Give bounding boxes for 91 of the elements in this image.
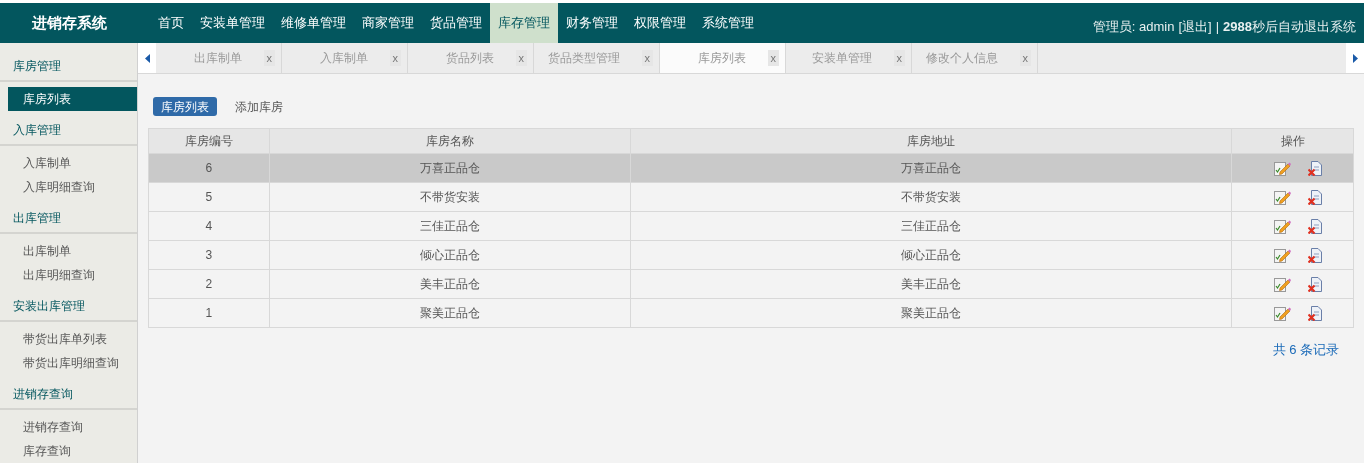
table-cell: 3 xyxy=(148,240,270,270)
user-label: 管理员: admin xyxy=(1092,17,1175,36)
scroll-right-button[interactable] xyxy=(1346,43,1364,73)
sidebar-item[interactable]: 库房列表 xyxy=(8,87,137,111)
table-cell: 倾心正品仓 xyxy=(630,240,1232,270)
table-cell: 6 xyxy=(148,153,270,183)
table-row[interactable]: 4 三佳正品仓 三佳正品仓 xyxy=(148,211,1354,241)
logout-link[interactable]: [退出] xyxy=(1178,16,1212,36)
table-cell: 万喜正品仓 xyxy=(269,153,631,183)
table-row[interactable]: 3 倾心正品仓 倾心正品仓 xyxy=(148,240,1354,270)
table-cell: 三佳正品仓 xyxy=(630,211,1232,241)
table-cell: 三佳正品仓 xyxy=(269,211,631,241)
page-tab[interactable]: 库房列表 x xyxy=(660,43,786,73)
sidebar-item[interactable]: 入库明细查询 xyxy=(8,175,137,199)
sidebar-group-title: 库房管理 xyxy=(0,57,137,82)
table-cell: 聚美正品仓 xyxy=(630,298,1232,328)
tab-label: 入库制单 xyxy=(319,50,368,67)
sidebar-item[interactable]: 库存查询 xyxy=(8,439,137,463)
sub-tab[interactable]: 添加库房 xyxy=(227,97,291,116)
delete-icon[interactable] xyxy=(1307,218,1322,234)
edit-icon[interactable] xyxy=(1273,276,1291,292)
table-row[interactable]: 1 聚美正品仓 聚美正品仓 xyxy=(148,298,1354,328)
table-cell: 美丰正品仓 xyxy=(630,269,1232,299)
sidebar-group-title: 安装出库管理 xyxy=(0,297,137,322)
separator: | xyxy=(1215,17,1220,36)
delete-icon[interactable] xyxy=(1307,247,1322,263)
tab-close[interactable]: x xyxy=(767,49,779,67)
edit-icon[interactable] xyxy=(1273,247,1291,263)
tab-label: 修改个人信息 xyxy=(925,50,998,67)
sidebar-group-title: 进销存查询 xyxy=(0,385,137,410)
nav-item[interactable]: 财务管理 xyxy=(558,3,626,43)
column-header: 库房地址 xyxy=(630,128,1232,154)
sidebar-item[interactable]: 出库制单 xyxy=(8,239,137,263)
tab-label: 货品类型管理 xyxy=(547,50,620,67)
app-logo: 进销存系统 xyxy=(30,12,108,33)
tab-close[interactable]: x xyxy=(1019,49,1031,67)
table-cell: 4 xyxy=(148,211,270,241)
tab-label: 库房列表 xyxy=(697,50,746,67)
delete-icon[interactable] xyxy=(1307,189,1322,205)
column-header: 库房名称 xyxy=(269,128,631,154)
table-cell: 1 xyxy=(148,298,270,328)
delete-icon[interactable] xyxy=(1307,305,1322,321)
sidebar-item[interactable]: 出库明细查询 xyxy=(8,263,137,287)
delete-icon[interactable] xyxy=(1307,160,1322,176)
nav-item[interactable]: 权限管理 xyxy=(626,3,694,43)
sub-tab[interactable]: 库房列表 xyxy=(153,97,217,116)
record-count: 共 6 条记录 xyxy=(1272,341,1339,359)
tab-label: 货品列表 xyxy=(445,50,494,67)
nav-item[interactable]: 货品管理 xyxy=(422,3,490,43)
tab-close[interactable]: x xyxy=(263,49,275,67)
tab-label: 出库制单 xyxy=(193,50,242,67)
sidebar-item[interactable]: 带货出库明细查询 xyxy=(8,351,137,375)
table-cell: 5 xyxy=(148,182,270,212)
table-cell: 不带货安装 xyxy=(630,182,1232,212)
scroll-left-button[interactable] xyxy=(138,43,156,73)
left-triangle-icon xyxy=(144,53,150,63)
sidebar-group-title: 入库管理 xyxy=(0,121,137,146)
nav-item[interactable]: 首页 xyxy=(150,3,192,43)
table-cell: 不带货安装 xyxy=(269,182,631,212)
sidebar-item[interactable]: 进销存查询 xyxy=(8,415,137,439)
nav-item[interactable]: 商家管理 xyxy=(354,3,422,43)
column-header: 操作 xyxy=(1231,128,1354,154)
table-cell: 聚美正品仓 xyxy=(269,298,631,328)
nav-item[interactable]: 安装单管理 xyxy=(192,3,273,43)
nav-item[interactable]: 系统管理 xyxy=(694,3,762,43)
edit-icon[interactable] xyxy=(1273,218,1291,234)
tab-close[interactable]: x xyxy=(641,49,653,67)
countdown: 2988 xyxy=(1223,17,1252,36)
sidebar-group-title: 出库管理 xyxy=(0,209,137,234)
tab-close[interactable]: x xyxy=(389,49,401,67)
edit-icon[interactable] xyxy=(1273,160,1291,176)
table-row[interactable]: 2 美丰正品仓 美丰正品仓 xyxy=(148,269,1354,299)
right-triangle-icon xyxy=(1352,53,1358,63)
table-row[interactable]: 6 万喜正品仓 万喜正品仓 xyxy=(148,153,1354,183)
nav-item[interactable]: 维修单管理 xyxy=(273,3,354,43)
sidebar-item[interactable]: 带货出库单列表 xyxy=(8,327,137,351)
tab-close[interactable]: x xyxy=(893,49,905,67)
table-cell: 2 xyxy=(148,269,270,299)
tab-close[interactable]: x xyxy=(515,49,527,67)
delete-icon[interactable] xyxy=(1307,276,1322,292)
nav-item[interactable]: 库存管理 xyxy=(490,3,558,43)
table-cell: 美丰正品仓 xyxy=(269,269,631,299)
countdown-text: 秒后自动退出系统 xyxy=(1252,17,1356,36)
sidebar-item[interactable]: 入库制单 xyxy=(8,151,137,175)
table-row[interactable]: 5 不带货安装 不带货安装 xyxy=(148,182,1354,212)
edit-icon[interactable] xyxy=(1273,305,1291,321)
tab-label: 安装单管理 xyxy=(811,50,872,67)
column-header: 库房编号 xyxy=(148,128,270,154)
table-cell: 倾心正品仓 xyxy=(269,240,631,270)
table-cell: 万喜正品仓 xyxy=(630,153,1232,183)
edit-icon[interactable] xyxy=(1273,189,1291,205)
